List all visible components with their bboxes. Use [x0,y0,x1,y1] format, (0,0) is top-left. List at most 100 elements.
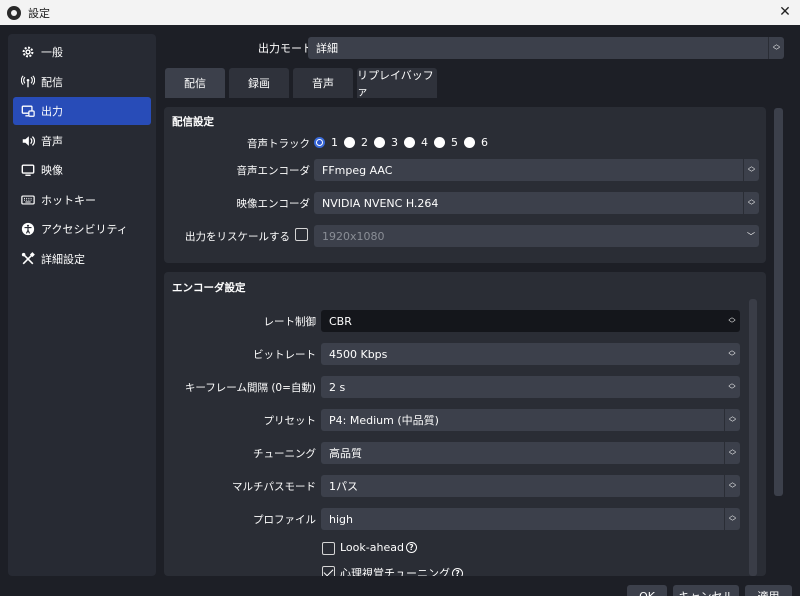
tab-replay-buffer[interactable]: リプレイバッファ [357,68,437,98]
updown-arrows-icon: ︿ ﹀ [728,313,736,328]
audio-encoder-value: FFmpeg AAC [322,163,393,177]
keyboard-icon [21,193,35,207]
accessibility-icon [21,222,35,236]
audio-track-radio-6[interactable]: 6 [464,136,488,149]
updown-arrows-icon: ︿ ﹀ [743,159,759,181]
preset-value: P4: Medium (中品質) [329,414,439,427]
encoder-settings-panel: エンコーダ設定 レート制御 CBR ︿ ﹀ ビットレート 4500 Kbps ︿ ﹀… [164,272,766,576]
tab-audio[interactable]: 音声 [293,68,353,98]
rescale-resolution-select[interactable]: 1920x1080 ﹀ [314,225,759,247]
sidebar-item-stream[interactable]: 配信 [13,68,151,96]
sidebar-item-hotkeys[interactable]: ホットキー [13,186,151,214]
audio-encoder-select[interactable]: FFmpeg AAC ︿ ﹀ [314,159,759,181]
window-title: 設定 [28,6,50,20]
profile-select[interactable]: high ︿ ﹀ [321,508,740,530]
cancel-label: キャンセル [679,588,734,596]
profile-value: high [329,512,353,526]
speaker-icon [21,134,35,148]
ok-button[interactable]: OK [627,585,667,596]
multipass-select[interactable]: 1パス ︿ ﹀ [321,475,740,497]
video-encoder-select[interactable]: NVIDIA NVENC H.264 ︿ ﹀ [314,192,759,214]
keyframe-interval-value: 2 s [329,380,346,394]
radio-dot [464,137,475,148]
psycho-visual-label-wrap: 心理視覚チューニング ? [340,565,463,576]
gear-icon [21,45,35,59]
obs-logo-icon [7,5,21,20]
sidebar-item-label: アクセシビリティ [41,223,128,236]
tuning-value: 高品質 [329,447,362,460]
audio-track-radio-4[interactable]: 4 [404,136,428,149]
sidebar-item-output[interactable]: 出力 [13,97,151,125]
sidebar-item-label: 音声 [41,134,63,148]
main-scrollbar[interactable] [774,108,783,496]
help-icon[interactable]: ? [452,567,463,576]
rate-control-label: レート制御 [263,316,317,328]
sidebar-item-advanced[interactable]: 詳細設定 [13,245,151,273]
apply-button[interactable]: 適用 [745,585,792,596]
audio-track-radio-1[interactable]: 1 [314,136,338,149]
lookahead-checkbox[interactable] [322,542,335,555]
rescale-checkbox[interactable] [295,228,308,241]
radio-dot [314,137,325,148]
lookahead-label-wrap: Look-ahead ? [340,541,417,554]
chevron-down-icon: ﹀ [747,231,755,241]
audio-track-radio-label: 3 [391,136,398,149]
keyframe-interval-spinbox[interactable]: 2 s ︿ ﹀ [321,376,740,398]
updown-arrows-icon: ︿ ﹀ [768,37,784,59]
updown-arrows-icon: ︿ ﹀ [724,409,740,431]
sidebar-item-accessibility[interactable]: アクセシビリティ [13,215,151,243]
updown-arrows-icon: ︿ ﹀ [743,192,759,214]
output-mode-label: 出力モード [258,42,313,55]
bitrate-spinbox[interactable]: 4500 Kbps ︿ ﹀ [321,343,740,365]
audio-track-radio-label: 5 [451,136,458,149]
sidebar-item-label: 出力 [41,105,63,118]
help-icon[interactable]: ? [405,542,417,553]
updown-arrows-icon: ︿ ﹀ [724,442,740,464]
title-bar: 設定 ✕ [0,0,800,25]
ok-label: OK [639,589,655,596]
sidebar-item-label: ホットキー [41,193,96,207]
rate-control-select[interactable]: CBR ︿ ﹀ [321,310,740,332]
stream-settings-title: 配信設定 [172,116,214,128]
settings-window: 一般 配信 出力 音声 映像 ホットキー アクセシビリティ 詳細設定 出力モード… [0,25,800,596]
tab-label: 音声 [312,77,334,90]
output-mode-select[interactable]: 詳細 ︿ ﹀ [308,37,784,59]
cancel-button[interactable]: キャンセル [673,585,739,596]
sidebar-item-general[interactable]: 一般 [13,38,151,66]
audio-track-radio-3[interactable]: 3 [374,136,398,149]
radio-dot [404,137,415,148]
rescale-label: 出力をリスケールする [185,231,290,243]
tab-label: リプレイバッファ [357,69,434,98]
psycho-visual-label: 心理視覚チューニング [340,567,450,576]
psycho-visual-checkbox[interactable] [322,566,335,576]
lookahead-label: Look-ahead [340,541,404,554]
audio-track-radio-2[interactable]: 2 [344,136,368,149]
tab-recording[interactable]: 録画 [229,68,289,98]
tab-label: 配信 [184,77,206,90]
tuning-select[interactable]: 高品質 ︿ ﹀ [321,442,740,464]
apply-label: 適用 [758,588,780,596]
sidebar-item-label: 配信 [41,75,63,89]
video-encoder-value: NVIDIA NVENC H.264 [322,196,439,210]
stream-settings-panel: 配信設定 音声トラック 1 2 3 4 5 6 音声エンコーダ FFmpeg A… [164,107,766,263]
sidebar-item-audio[interactable]: 音声 [13,127,151,155]
tuning-label: チューニング [253,448,316,460]
audio-track-radio-label: 6 [481,136,488,149]
rate-control-value: CBR [329,314,352,328]
radio-dot [344,137,355,148]
sidebar-item-video[interactable]: 映像 [13,156,151,184]
encoder-scrollbar[interactable] [749,299,757,576]
keyframe-interval-label: キーフレーム間隔 (0=自動) [184,382,316,394]
spin-arrows-icon[interactable]: ︿ ﹀ [724,343,740,365]
audio-track-radio-label: 2 [361,136,368,149]
audio-track-radio-5[interactable]: 5 [434,136,458,149]
spin-arrows-icon[interactable]: ︿ ﹀ [724,376,740,398]
multipass-label: マルチパスモード [232,481,316,493]
preset-select[interactable]: P4: Medium (中品質) ︿ ﹀ [321,409,740,431]
audio-track-radio-label: 4 [421,136,428,149]
output-mode-value: 詳細 [316,42,338,55]
audio-track-radio-label: 1 [331,136,338,149]
close-icon[interactable]: ✕ [776,3,794,21]
tab-stream[interactable]: 配信 [165,68,225,98]
audio-track-label: 音声トラック [247,138,310,150]
